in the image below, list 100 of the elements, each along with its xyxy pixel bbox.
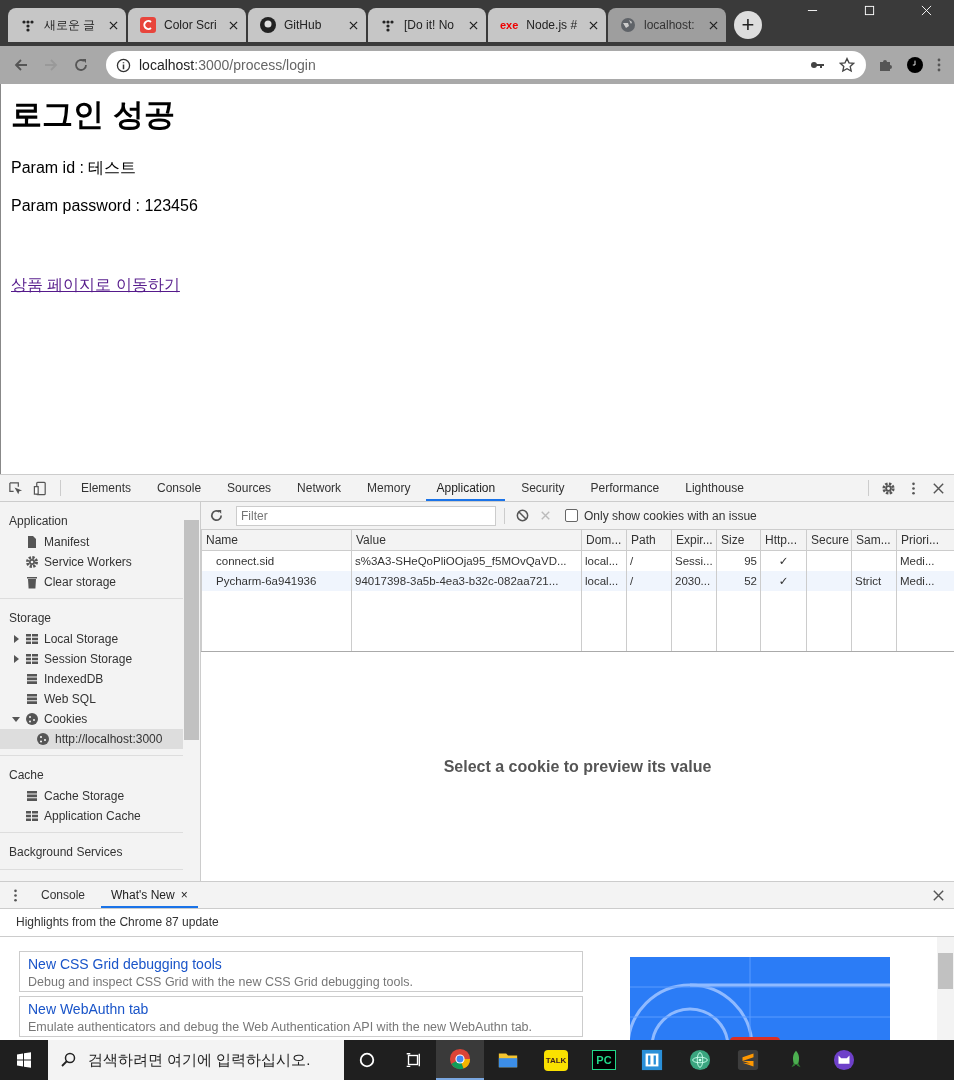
collapsed-arrow-icon[interactable] bbox=[12, 635, 20, 643]
expanded-arrow-icon[interactable] bbox=[12, 715, 20, 723]
cookie-icon bbox=[25, 712, 39, 726]
section-title: Cache bbox=[8, 767, 45, 784]
sidebar-item[interactable]: Cookies bbox=[0, 709, 183, 729]
table-cell: Sessi... bbox=[675, 555, 713, 567]
ide-icon: PC bbox=[592, 1050, 616, 1070]
drawer-tab[interactable]: Console bbox=[31, 882, 96, 908]
feature-link[interactable]: New WebAuthn tab bbox=[28, 1001, 574, 1017]
grid-icon bbox=[25, 809, 39, 823]
column-header[interactable]: Value bbox=[351, 530, 582, 551]
scrollbar[interactable] bbox=[937, 937, 954, 1040]
product-page-link[interactable]: 상품 페이지로 이동하기 bbox=[11, 275, 180, 296]
devtools-tab[interactable]: Sources bbox=[217, 475, 282, 501]
sidebar-item[interactable]: Cache Storage bbox=[0, 786, 183, 806]
collapsed-arrow-icon[interactable] bbox=[12, 655, 20, 663]
inspect-icon[interactable] bbox=[6, 480, 25, 496]
letter-c-icon bbox=[140, 17, 156, 33]
sublime-icon bbox=[737, 1049, 759, 1071]
sidebar-item[interactable]: Service Workers bbox=[0, 552, 183, 572]
devtools-tab[interactable]: Memory bbox=[357, 475, 421, 501]
feature-card[interactable]: New WebAuthn tab Emulate authenticators and debug the Web Authentication API with the new WebAuthn tab. bbox=[19, 996, 583, 1037]
close-icon[interactable] bbox=[109, 20, 118, 30]
filter-field[interactable]: Filter bbox=[236, 505, 496, 526]
table-cell: Medi... bbox=[900, 555, 935, 567]
maximize-icon[interactable] bbox=[864, 5, 875, 16]
column-header[interactable]: Sam... bbox=[851, 530, 897, 551]
close-icon[interactable] bbox=[229, 20, 238, 30]
browser-tab[interactable]: Color Scri bbox=[128, 8, 246, 42]
table-cell: Pycharm-6a941936 bbox=[216, 575, 317, 587]
column-header[interactable]: Expir... bbox=[671, 530, 717, 551]
feature-card[interactable]: New CSS Grid debugging tools Debug and inspect CSS Grid with the new CSS Grid debugging tools. bbox=[19, 951, 583, 992]
feature-link[interactable]: New CSS Grid debugging tools bbox=[28, 956, 574, 972]
chat-app-icon: TALK bbox=[543, 1049, 569, 1071]
chrome-icon bbox=[449, 1048, 471, 1070]
sidebar-item[interactable]: Application Cache bbox=[0, 806, 183, 826]
taskbar-app[interactable]: TALK bbox=[532, 1040, 580, 1080]
sidebar-item[interactable]: http://localhost:3000 bbox=[0, 729, 183, 749]
param-text: Param password : 123456 bbox=[11, 197, 199, 215]
issue-checkbox[interactable]: Only show cookies with an issue bbox=[565, 508, 757, 523]
grid-icon bbox=[25, 652, 39, 666]
devtools-tab[interactable]: Security bbox=[511, 475, 575, 501]
sidebar-item[interactable]: Manifest bbox=[0, 532, 183, 552]
devtools-tab[interactable]: Lighthouse bbox=[675, 475, 754, 501]
drawer-tab[interactable]: What's New × bbox=[101, 882, 198, 908]
atom-icon bbox=[689, 1049, 711, 1071]
devtools-tab[interactable]: Console bbox=[147, 475, 212, 501]
param-text: Param id : 테스트 bbox=[11, 158, 138, 178]
empty-preview-message: Select a cookie to preview its value bbox=[443, 757, 712, 776]
sidebar-item[interactable]: Web SQL bbox=[0, 689, 183, 709]
close-icon[interactable] bbox=[709, 20, 718, 30]
table-cell: connect.sid bbox=[216, 555, 275, 567]
column-header[interactable]: Name bbox=[201, 530, 352, 551]
browser-tab[interactable]: exe Node.js # bbox=[488, 8, 606, 42]
close-icon[interactable] bbox=[589, 20, 598, 30]
column-header[interactable]: Secure bbox=[806, 530, 852, 551]
profile-icon[interactable] bbox=[904, 57, 926, 73]
sidebar-item[interactable]: Clear storage bbox=[0, 572, 183, 592]
table-cell: 2030... bbox=[675, 575, 711, 587]
feature-description: Debug and inspect CSS Grid with the new CSS Grid debugging tools. bbox=[28, 975, 414, 989]
table-cell: local... bbox=[585, 575, 619, 587]
sidebar-item[interactable]: IndexedDB bbox=[0, 669, 183, 689]
devtools-tab[interactable]: Network bbox=[287, 475, 352, 501]
url-text: localhost:3000/process/login bbox=[139, 57, 316, 73]
table-cell: Medi... bbox=[900, 575, 935, 587]
taskbar-search-field[interactable]: 검색하려면 여기에 입력하십시오. bbox=[48, 1040, 344, 1080]
table-cell: Strict bbox=[855, 575, 882, 587]
checkbox[interactable] bbox=[565, 509, 578, 522]
column-header[interactable]: Path bbox=[626, 530, 672, 551]
address-bar[interactable]: localhost:3000/process/login bbox=[106, 51, 866, 79]
browser-tab[interactable]: 새로운 글 bbox=[8, 8, 126, 42]
browser-tab[interactable]: GitHub bbox=[248, 8, 366, 42]
sidebar-item[interactable]: Local Storage bbox=[0, 629, 183, 649]
close-tab-button[interactable]: × bbox=[180, 888, 188, 902]
browser-tab[interactable]: localhost: bbox=[608, 8, 726, 42]
column-header[interactable]: Size bbox=[716, 530, 761, 551]
taskbar-app[interactable]: PC bbox=[580, 1040, 628, 1080]
taskbar-app[interactable] bbox=[436, 1040, 484, 1080]
trash-icon bbox=[25, 575, 39, 589]
table-cell: 95 bbox=[744, 555, 757, 567]
column-header[interactable]: Http... bbox=[760, 530, 807, 551]
devtools-tab[interactable]: Performance bbox=[580, 475, 670, 501]
devtools-tab[interactable]: Elements bbox=[71, 475, 142, 501]
whats-new-title: Highlights from the Chrome 87 update bbox=[0, 909, 954, 937]
browser-tab[interactable]: [Do it! No bbox=[368, 8, 486, 42]
close-icon[interactable] bbox=[469, 20, 478, 30]
grid-icon bbox=[25, 632, 39, 646]
page-heading: 로그인 성공 bbox=[11, 96, 176, 134]
feature-description: Emulate authenticators and debug the Web Authentication API with the new WebAuthn tab. bbox=[28, 1020, 534, 1034]
column-header[interactable]: Priori... bbox=[896, 530, 954, 551]
close-icon[interactable] bbox=[349, 20, 358, 30]
file-icon bbox=[25, 535, 39, 549]
search-icon bbox=[60, 1052, 76, 1068]
new-tab-button[interactable]: + bbox=[734, 11, 762, 39]
exe-icon: exe bbox=[500, 19, 519, 31]
column-header[interactable]: Dom... bbox=[581, 530, 627, 551]
sidebar-item[interactable]: Session Storage bbox=[0, 649, 183, 669]
globe-icon bbox=[620, 17, 636, 33]
bracket-icon bbox=[641, 1049, 663, 1071]
section-title: Storage bbox=[8, 610, 53, 627]
